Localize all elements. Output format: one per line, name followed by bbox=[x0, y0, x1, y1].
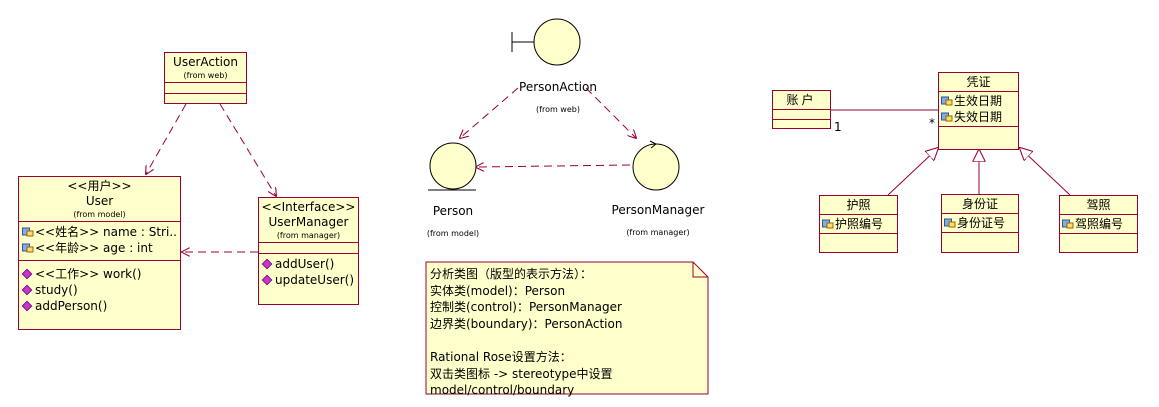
usermanager-attributes bbox=[259, 243, 358, 254]
passport-name: 护照 bbox=[846, 198, 871, 212]
operation-row: updateUser() bbox=[262, 272, 355, 288]
attribute-icon bbox=[941, 112, 953, 122]
attribute-row: 身份证号 bbox=[944, 215, 1016, 231]
dependency-useraction-usermanager bbox=[219, 103, 276, 196]
operation-row: addPerson() bbox=[22, 298, 177, 314]
personaction-name[interactable]: PersonAction bbox=[498, 80, 618, 94]
idcard-operations bbox=[942, 233, 1018, 241]
operation-icon bbox=[262, 274, 273, 286]
analysis-note[interactable]: 分析类图（版型的表示方法）： 实体类(model)：Person 控制类(con… bbox=[426, 262, 708, 397]
driverlicense-operations bbox=[1060, 234, 1137, 242]
operation-icon bbox=[22, 300, 33, 312]
attribute-icon bbox=[822, 219, 834, 229]
user-from: (from model) bbox=[73, 210, 126, 219]
account-attributes bbox=[773, 110, 830, 120]
driverlicense-attributes: 驾照编号 bbox=[1060, 215, 1137, 234]
personaction-from: (from web) bbox=[536, 105, 580, 114]
attribute-row: <<姓名>> name : Stri... bbox=[22, 224, 177, 240]
usermanager-from: (from manager) bbox=[276, 231, 341, 240]
operation-row: study() bbox=[22, 282, 177, 298]
user-stereotype: <<用户>> bbox=[67, 179, 132, 193]
attribute-row: <<年龄>> age : int bbox=[22, 240, 177, 256]
passport-attributes: 护照编号 bbox=[820, 215, 897, 234]
user-name: User bbox=[85, 194, 114, 208]
dependency-personmanager-person bbox=[476, 165, 631, 167]
credential-name: 凭证 bbox=[966, 75, 991, 89]
passport-class[interactable]: 护照 护照编号 bbox=[819, 195, 898, 253]
operation-icon bbox=[22, 284, 33, 296]
useraction-class[interactable]: UserAction (from web) bbox=[164, 52, 247, 104]
control-icon bbox=[632, 140, 680, 191]
dependency-useraction-user bbox=[146, 103, 187, 174]
credential-operations bbox=[939, 127, 1018, 135]
note-text: 分析类图（版型的表示方法）： 实体类(model)：Person 控制类(con… bbox=[430, 267, 623, 398]
usermanager-operations: addUser() updateUser() bbox=[259, 254, 358, 289]
account-operations bbox=[773, 120, 830, 126]
usermanager-stereotype: <<Interface>> bbox=[261, 200, 356, 214]
operation-icon bbox=[22, 268, 33, 280]
usermanager-name: UserManager bbox=[268, 215, 349, 229]
account-name: 账户 bbox=[786, 93, 817, 107]
user-operations: <<工作>> work() study() addPerson() bbox=[19, 261, 180, 315]
useraction-attributes bbox=[165, 83, 246, 94]
entity-icon bbox=[428, 142, 477, 191]
attribute-icon bbox=[941, 96, 953, 106]
attribute-icon bbox=[944, 218, 956, 228]
account-class[interactable]: 账户 bbox=[772, 90, 831, 129]
passport-operations bbox=[820, 234, 897, 242]
operation-icon bbox=[262, 258, 273, 270]
person-name[interactable]: Person bbox=[413, 204, 493, 218]
attribute-row: 生效日期 bbox=[941, 93, 1016, 109]
attribute-icon bbox=[1062, 219, 1074, 229]
operation-row: addUser() bbox=[262, 256, 355, 272]
credential-attributes: 生效日期 失效日期 bbox=[939, 92, 1018, 127]
attribute-icon bbox=[22, 227, 34, 237]
user-class[interactable]: <<用户>> User (from model) <<姓名>> name : S… bbox=[18, 176, 181, 330]
attribute-row: 失效日期 bbox=[941, 109, 1016, 125]
useraction-operations bbox=[165, 94, 246, 102]
attribute-row: 护照编号 bbox=[822, 216, 895, 232]
driverlicense-name: 驾照 bbox=[1086, 198, 1111, 212]
user-attributes: <<姓名>> name : Stri... <<年龄>> age : int bbox=[19, 222, 180, 261]
account-multiplicity: 1 bbox=[834, 120, 842, 134]
attribute-row: 驾照编号 bbox=[1062, 216, 1135, 232]
boundary-icon bbox=[511, 18, 581, 66]
useraction-name: UserAction bbox=[173, 55, 238, 69]
driverlicense-class[interactable]: 驾照 驾照编号 bbox=[1059, 195, 1138, 253]
credential-class[interactable]: 凭证 生效日期 失效日期 bbox=[938, 72, 1019, 150]
person-from: (from model) bbox=[426, 229, 480, 238]
personmanager-from: (from manager) bbox=[626, 228, 690, 237]
useraction-from: (from web) bbox=[183, 71, 228, 80]
generalization-passport-credential bbox=[887, 148, 938, 196]
usermanager-class[interactable]: <<Interface>> UserManager (from manager)… bbox=[258, 197, 359, 305]
operation-row: <<工作>> work() bbox=[22, 266, 177, 282]
idcard-name: 身份证 bbox=[961, 197, 998, 211]
idcard-class[interactable]: 身份证 身份证号 bbox=[941, 194, 1019, 253]
idcard-attributes: 身份证号 bbox=[942, 214, 1018, 233]
attribute-icon bbox=[22, 243, 34, 253]
personmanager-name[interactable]: PersonManager bbox=[598, 203, 718, 217]
credential-multiplicity: * bbox=[929, 116, 935, 130]
generalization-license-credential bbox=[1020, 148, 1071, 196]
